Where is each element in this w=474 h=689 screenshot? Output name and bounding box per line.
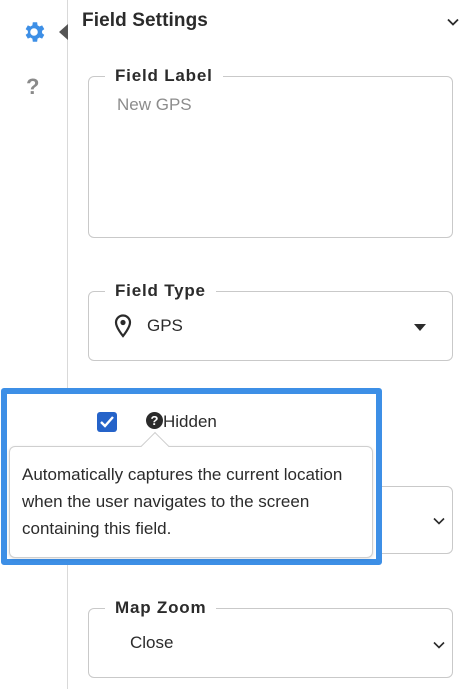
field-label-input[interactable]: Field Label New GPS <box>88 65 453 238</box>
chevron-down-icon[interactable] <box>445 14 461 30</box>
map-pin-icon <box>114 314 132 338</box>
field-type-select[interactable]: Field Type GPS <box>88 280 453 361</box>
field-label-value[interactable]: New GPS <box>117 95 192 115</box>
tooltip-text: Automatically captures the current locat… <box>22 465 343 538</box>
question-circle-icon[interactable]: ? <box>146 412 163 429</box>
hidden-label: Hidden <box>163 412 217 431</box>
field-type-legend: Field Type <box>105 280 216 302</box>
help-icon[interactable]: ? <box>26 74 39 100</box>
field-settings-panel: Field Settings Field Label New GPS Field… <box>69 0 474 689</box>
chevron-down-icon[interactable] <box>432 514 446 528</box>
active-indicator-caret <box>59 24 68 40</box>
map-zoom-legend: Map Zoom <box>105 597 217 619</box>
icon-rail: ? <box>0 0 68 689</box>
field-type-value: GPS <box>147 316 183 335</box>
gear-icon[interactable] <box>21 19 47 45</box>
chevron-down-icon[interactable] <box>432 638 446 652</box>
tooltip: Automatically captures the current locat… <box>9 431 373 558</box>
panel-title: Field Settings <box>82 10 208 31</box>
field-label-legend: Field Label <box>105 65 223 87</box>
check-icon <box>100 416 114 428</box>
map-zoom-value: Close <box>130 633 174 652</box>
map-zoom-select[interactable]: Map Zoom Close <box>88 597 453 678</box>
dropdown-arrow-icon[interactable] <box>414 324 426 331</box>
hidden-checkbox[interactable] <box>97 412 117 432</box>
